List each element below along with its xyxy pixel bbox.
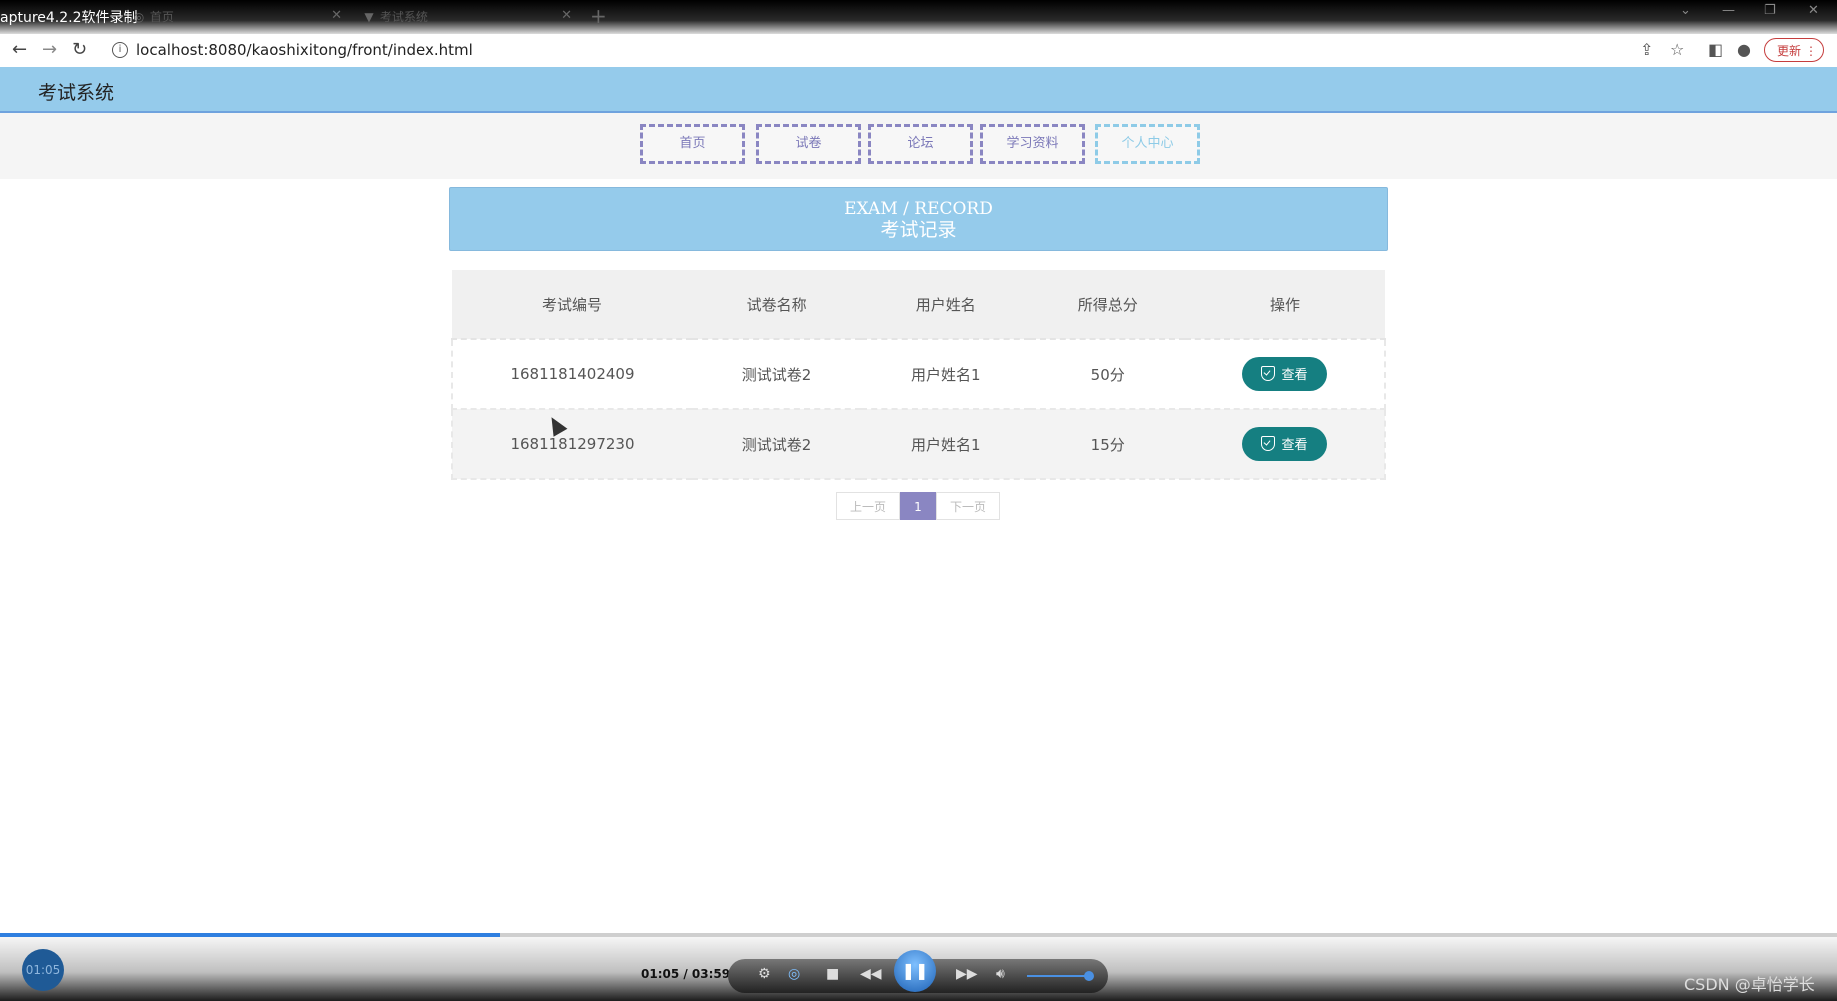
col-paper-name: 试卷名称	[691, 270, 862, 340]
tab-title: 首页	[149, 10, 174, 24]
pause-button[interactable]: ❚❚	[894, 950, 936, 992]
cell-action: 查看	[1185, 339, 1386, 410]
minimize-icon[interactable]: —	[1722, 3, 1735, 18]
volume-slider-handle[interactable]	[1084, 971, 1094, 981]
cell-paper-name: 测试试卷2	[691, 409, 862, 480]
time-readout: 01:05 / 03:59	[641, 967, 731, 981]
col-user-name: 用户姓名	[861, 270, 1031, 340]
col-exam-id: 考试编号	[452, 270, 692, 340]
site-header: 考试系统	[0, 67, 1837, 113]
nav-item-papers[interactable]: 试卷	[756, 124, 861, 164]
back-arrow-icon[interactable]: ←	[12, 39, 27, 60]
col-action: 操作	[1185, 270, 1385, 340]
cell-action: 查看	[1185, 409, 1386, 480]
cell-paper-name: 测试试卷2	[691, 339, 862, 410]
restore-icon[interactable]: ❐	[1764, 3, 1776, 18]
browser-tab-exam[interactable]: ▼ 考试系统 ✕	[362, 8, 572, 28]
pause-icon: ❚❚	[901, 961, 929, 980]
close-window-icon[interactable]: ✕	[1808, 3, 1819, 18]
browser-tab-home[interactable]: ◎ 首页 ✕	[132, 8, 342, 28]
vue-logo-icon: ▼	[364, 10, 374, 24]
address-bar: ← → ↻ i localhost:8080/kaoshixitong/fron…	[0, 34, 1837, 68]
update-button[interactable]: 更新 ⋮	[1764, 38, 1824, 62]
fast-forward-icon[interactable]: ▶▶	[956, 966, 978, 982]
window-titlebar: apture4.2.2软件录制 ◎ 首页 ✕ ▼ 考试系统 ✕ + ⌄ — ❐ …	[0, 0, 1837, 34]
globe-icon: ◎	[133, 10, 145, 24]
shield-check-icon	[1261, 366, 1276, 381]
more-menu-icon[interactable]: ⋮	[1793, 39, 1817, 63]
banner-title-en: EXAM / RECORD	[844, 199, 993, 219]
col-total-score: 所得总分	[1030, 270, 1185, 340]
site-info-icon[interactable]: i	[112, 42, 128, 58]
view-button[interactable]: 查看	[1242, 357, 1327, 391]
cell-user-name: 用户姓名1	[861, 339, 1031, 410]
banner-title-zh: 考试记录	[880, 219, 957, 241]
watermark: CSDN @卓怡学长	[1684, 975, 1815, 994]
loop-icon[interactable]: ◎	[788, 966, 800, 982]
prev-page-button[interactable]: 上一页	[836, 492, 900, 520]
nav-item-home[interactable]: 首页	[640, 124, 745, 164]
media-player-bar: 01:05 01:05 / 03:59 ⚙ ◎ ■ ◀◀ ▶▶ 🔊︎ ❚❚	[0, 937, 1837, 1001]
close-icon[interactable]: ✕	[561, 8, 572, 23]
elapsed-time-badge: 01:05	[22, 949, 64, 991]
view-label: 查看	[1281, 367, 1308, 382]
cell-score: 15分	[1030, 409, 1185, 480]
profile-icon[interactable]: ●	[1737, 40, 1751, 59]
rewind-icon[interactable]: ◀◀	[860, 966, 882, 982]
nav-item-materials[interactable]: 学习资料	[980, 124, 1085, 164]
stop-icon[interactable]: ■	[826, 966, 839, 982]
url-field[interactable]: localhost:8080/kaoshixitong/front/index.…	[136, 41, 473, 59]
next-page-button[interactable]: 下一页	[936, 492, 1000, 520]
volume-icon[interactable]: 🔊︎	[996, 966, 1005, 982]
view-label: 查看	[1281, 437, 1308, 452]
page-number-button[interactable]: 1	[900, 492, 936, 520]
exam-record-table: 考试编号 试卷名称 用户姓名 所得总分 操作 1681181402409 测试试…	[451, 270, 1386, 480]
nav-item-forum[interactable]: 论坛	[868, 124, 973, 164]
main-nav: 首页 试卷 论坛 学习资料 个人中心	[0, 113, 1837, 179]
star-icon[interactable]: ☆	[1670, 40, 1684, 59]
view-button[interactable]: 查看	[1242, 427, 1327, 461]
cell-exam-id: 1681181402409	[451, 339, 692, 410]
volume-slider[interactable]	[1027, 975, 1091, 977]
reload-icon[interactable]: ↻	[72, 39, 87, 60]
settings-icon[interactable]: ⚙	[758, 966, 771, 982]
side-panel-icon[interactable]: ◧	[1708, 40, 1723, 59]
cell-user-name: 用户姓名1	[861, 409, 1031, 480]
table-row: 1681181402409 测试试卷2 用户姓名1 50分 查看	[451, 339, 1386, 410]
cell-score: 50分	[1030, 339, 1185, 410]
chevron-down-icon[interactable]: ⌄	[1680, 3, 1691, 18]
pagination: 上一页 1 下一页	[836, 492, 1000, 520]
table-row: 1681181297230 测试试卷2 用户姓名1 15分 查看	[451, 409, 1386, 480]
close-icon[interactable]: ✕	[331, 8, 342, 23]
shield-check-icon	[1261, 436, 1276, 451]
cell-exam-id: 1681181297230	[451, 409, 692, 480]
section-banner: EXAM / RECORD 考试记录	[449, 187, 1388, 251]
new-tab-icon[interactable]: +	[590, 4, 607, 28]
site-title: 考试系统	[38, 82, 115, 104]
nav-item-personal-center[interactable]: 个人中心	[1095, 124, 1200, 164]
forward-arrow-icon[interactable]: →	[42, 39, 57, 60]
share-icon[interactable]: ⇪	[1640, 40, 1653, 59]
recorder-label: apture4.2.2软件录制	[0, 10, 138, 26]
table-header-row: 考试编号 试卷名称 用户姓名 所得总分 操作	[452, 270, 1385, 340]
tab-title: 考试系统	[379, 10, 428, 24]
